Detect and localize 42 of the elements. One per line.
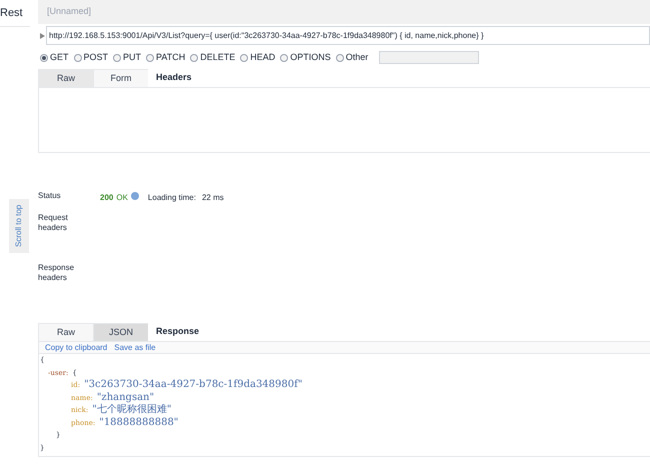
loading-time-value: 22 ms bbox=[202, 192, 224, 204]
response-headers-label: Response headers bbox=[38, 263, 76, 283]
method-label: PATCH bbox=[156, 50, 186, 64]
action-link[interactable]: Save as file bbox=[114, 342, 156, 354]
status-code: 200 bbox=[100, 192, 114, 204]
other-method-field[interactable] bbox=[379, 51, 480, 64]
radio-button[interactable] bbox=[336, 54, 344, 62]
radio-button[interactable] bbox=[113, 54, 122, 62]
method-label: Other bbox=[346, 50, 368, 64]
radio-button[interactable] bbox=[74, 54, 82, 62]
json-value: "七个昵称很困难" bbox=[92, 404, 172, 416]
method-label: GET bbox=[50, 50, 69, 64]
radio-button[interactable] bbox=[280, 54, 288, 62]
request-headers-label: Request headers bbox=[38, 213, 69, 233]
method-label: POST bbox=[84, 50, 108, 64]
json-value: "18888888888" bbox=[99, 416, 178, 429]
tab[interactable]: Raw bbox=[38, 323, 93, 341]
sidebar-title: Rest bbox=[0, 6, 23, 21]
tab[interactable]: Raw bbox=[38, 69, 93, 87]
loading-time-label: Loading time: bbox=[148, 192, 196, 204]
url-field[interactable]: http://192.168.5.153:9001/Api/V3/List?query={ user(id:"3c263730-34aa-4927-b78c-1f9da348980f") { id, name,nick,phone} } bbox=[46, 26, 650, 45]
tabs-title: Response bbox=[156, 325, 200, 338]
method-label: PUT bbox=[123, 50, 142, 64]
tab[interactable]: JSON bbox=[93, 323, 148, 341]
json-value: "3c263730-34aa-4927-b78c-1f9da348980f" bbox=[84, 379, 302, 392]
scroll-to-top-button[interactable]: Scroll to top bbox=[9, 199, 29, 253]
expand-icon[interactable] bbox=[40, 32, 45, 38]
info-icon[interactable] bbox=[130, 192, 139, 200]
method-label: DELETE bbox=[200, 50, 236, 64]
radio-button[interactable] bbox=[190, 54, 198, 62]
request-name-bar: [Unnamed] bbox=[38, 0, 650, 24]
radio-button[interactable] bbox=[40, 54, 48, 62]
status-text: OK bbox=[116, 192, 128, 204]
tabs-title: Headers bbox=[156, 71, 192, 84]
json-value: "zhangsan" bbox=[96, 392, 154, 404]
status-label: Status bbox=[38, 191, 62, 201]
action-link[interactable]: Copy to clipboard bbox=[45, 342, 108, 354]
radio-button[interactable] bbox=[146, 54, 154, 62]
tab[interactable]: Form bbox=[93, 69, 148, 87]
method-label: OPTIONS bbox=[290, 50, 331, 64]
method-label: HEAD bbox=[250, 50, 276, 64]
radio-button[interactable] bbox=[240, 54, 248, 62]
